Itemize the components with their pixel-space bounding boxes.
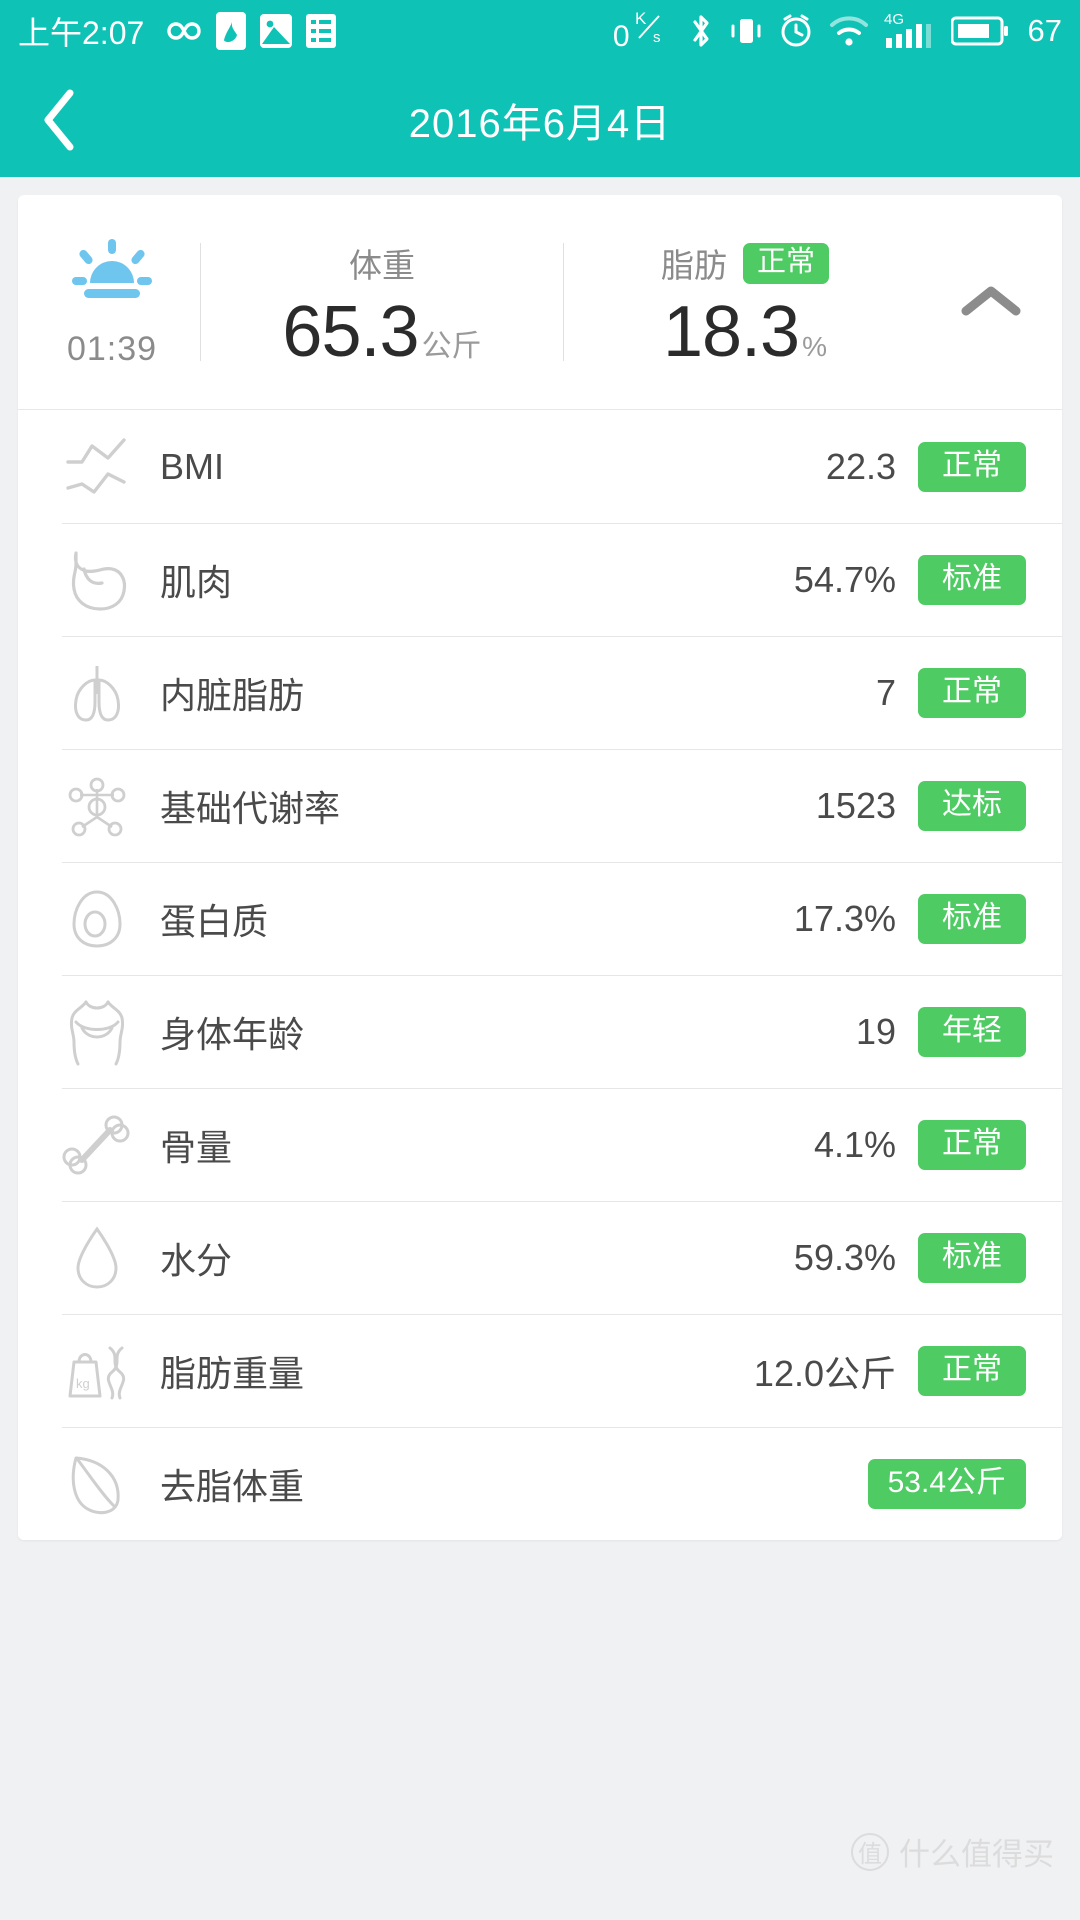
water-drop-icon xyxy=(62,1223,148,1293)
measurement-time: 01:39 xyxy=(66,330,158,368)
infinity-icon xyxy=(158,16,202,46)
body-torso-icon xyxy=(62,996,148,1068)
title-bar: 2016年6月4日 xyxy=(0,62,1080,177)
trend-line-icon xyxy=(62,436,148,498)
muscle-arm-icon xyxy=(62,547,148,613)
fat-value: 18.3 xyxy=(662,292,800,372)
molecule-icon xyxy=(62,773,148,839)
battery-percent: 67 xyxy=(1027,13,1062,48)
chevron-left-icon xyxy=(44,89,74,150)
leaf-icon xyxy=(62,1450,148,1518)
table-row[interactable]: BMI 22.3 正常 xyxy=(18,410,1062,523)
alarm-icon xyxy=(778,12,814,50)
metric-label: 基础代谢率 xyxy=(160,787,341,829)
metric-value: 4.1% xyxy=(813,1123,896,1165)
protein-egg-icon xyxy=(62,886,148,952)
measurement-card: 01:39 体重 65.3 公斤 脂肪 正常 18.3 % BMI 22.3 正… xyxy=(18,195,1062,1540)
metric-status-badge: 正常 xyxy=(918,1119,1026,1170)
weight-label: 体重 xyxy=(349,247,415,284)
vibrate-icon xyxy=(729,12,763,50)
svg-text:s: s xyxy=(653,29,661,46)
fat-status-badge: 正常 xyxy=(742,242,829,284)
table-row[interactable]: kg 脂肪重量 12.0公斤 正常 xyxy=(18,1314,1062,1427)
fat-block: 脂肪 正常 18.3 % xyxy=(564,195,926,409)
watermark-logo-icon: 值 xyxy=(851,1832,889,1871)
wifi-icon xyxy=(829,14,869,48)
battery-icon xyxy=(950,14,1009,48)
lungs-icon xyxy=(62,660,148,726)
table-row[interactable]: 肌肉 54.7% 标准 xyxy=(18,523,1062,636)
metric-status-badge: 标准 xyxy=(918,893,1026,944)
table-row[interactable]: 基础代谢率 1523 达标 xyxy=(18,749,1062,862)
metric-status-badge: 正常 xyxy=(918,1345,1026,1396)
app-icon xyxy=(216,12,247,50)
page-content: 01:39 体重 65.3 公斤 脂肪 正常 18.3 % BMI 22.3 正… xyxy=(0,177,1080,1540)
signal-icon: 4G xyxy=(884,11,936,51)
table-row[interactable]: 去脂体重 53.4公斤 xyxy=(18,1427,1062,1540)
metric-label: BMI xyxy=(160,445,225,487)
metric-label: 身体年龄 xyxy=(160,1013,305,1055)
table-row[interactable]: 内脏脂肪 7 正常 xyxy=(18,636,1062,749)
metric-status-badge: 达标 xyxy=(918,780,1026,831)
measurement-time-block: 01:39 xyxy=(24,195,200,409)
list-icon xyxy=(306,14,337,48)
metric-status-badge: 标准 xyxy=(918,554,1026,605)
weight-header: 体重 xyxy=(349,236,415,290)
back-button[interactable] xyxy=(22,83,96,157)
status-bar-left: 上午2:07 xyxy=(18,8,337,54)
table-row[interactable]: 水分 59.3% 标准 xyxy=(18,1201,1062,1314)
weight-value: 65.3 xyxy=(282,292,419,372)
metric-label: 去脂体重 xyxy=(160,1465,305,1507)
metric-status-badge: 正常 xyxy=(918,441,1026,492)
network-type-text: 4G xyxy=(884,11,904,28)
svg-text:kg: kg xyxy=(76,1376,90,1391)
metric-label: 脂肪重量 xyxy=(160,1352,305,1394)
metric-status-badge: 年轻 xyxy=(918,1006,1026,1057)
metric-value: 59.3% xyxy=(793,1236,896,1278)
watermark: 值 什么值得买 xyxy=(851,1829,1054,1874)
bone-icon xyxy=(62,1112,148,1178)
metric-value: 12.0公斤 xyxy=(753,1352,896,1394)
image-icon xyxy=(260,14,293,48)
collapse-toggle-button[interactable] xyxy=(926,195,1056,409)
weight-unit: 公斤 xyxy=(421,330,482,363)
fat-header: 脂肪 正常 xyxy=(661,236,829,290)
status-bar: 上午2:07 0 K s 4G 67 xyxy=(0,0,1080,62)
metric-value: 1523 xyxy=(815,784,896,826)
weight-block: 体重 65.3 公斤 xyxy=(201,195,563,409)
table-row[interactable]: 身体年龄 19 年轻 xyxy=(18,975,1062,1088)
metric-label: 骨量 xyxy=(160,1126,233,1168)
table-row[interactable]: 蛋白质 17.3% 标准 xyxy=(18,862,1062,975)
svg-text:K: K xyxy=(635,9,647,28)
metric-label: 水分 xyxy=(160,1239,233,1281)
bluetooth-icon xyxy=(688,12,714,50)
metric-status-badge: 正常 xyxy=(918,667,1026,718)
metric-value: 54.7% xyxy=(793,558,896,600)
network-speed: 0 K s xyxy=(613,8,673,54)
metric-status-badge: 标准 xyxy=(918,1232,1026,1283)
watermark-text: 什么值得买 xyxy=(899,1837,1054,1872)
fat-value-group: 18.3 % xyxy=(663,296,827,368)
metric-value: 19 xyxy=(855,1010,896,1052)
metric-label: 蛋白质 xyxy=(160,900,269,942)
metric-label: 内脏脂肪 xyxy=(160,674,305,716)
table-row[interactable]: 骨量 4.1% 正常 xyxy=(18,1088,1062,1201)
page-title: 2016年6月4日 xyxy=(408,101,672,146)
sunrise-icon xyxy=(64,235,160,314)
fat-label: 脂肪 xyxy=(660,247,727,284)
metric-status-badge: 53.4公斤 xyxy=(867,1458,1026,1509)
chevron-up-icon xyxy=(961,286,1021,316)
fat-unit: % xyxy=(802,331,828,362)
metric-label: 肌肉 xyxy=(160,561,233,603)
weight-bag-icon: kg xyxy=(62,1338,148,1404)
summary-section: 01:39 体重 65.3 公斤 脂肪 正常 18.3 % xyxy=(18,195,1062,410)
metric-list: BMI 22.3 正常 肌肉 54.7% 标准 内脏脂肪 7 正常 基础代谢率 … xyxy=(18,410,1062,1540)
status-bar-right: 0 K s 4G 67 xyxy=(613,8,1062,54)
metric-value: 17.3% xyxy=(793,897,896,939)
metric-value: 22.3 xyxy=(825,445,896,487)
network-speed-value: 0 xyxy=(612,20,630,53)
status-clock: 上午2:07 xyxy=(18,15,145,51)
metric-value: 7 xyxy=(875,671,896,713)
weight-value-group: 65.3 公斤 xyxy=(282,296,481,368)
